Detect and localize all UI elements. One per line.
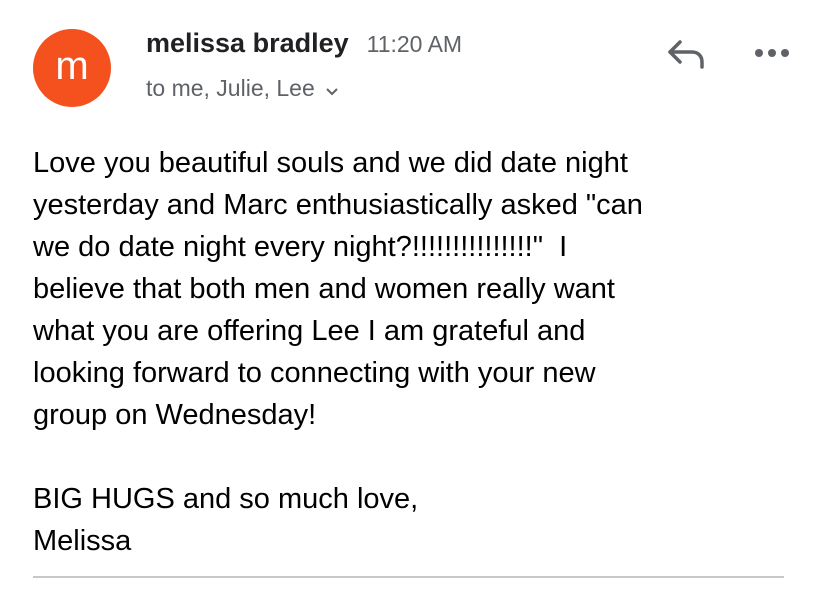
sent-time: 11:20 AM [366, 31, 463, 57]
reply-icon [664, 40, 708, 76]
sender-name: melissa bradley [146, 28, 349, 58]
avatar-letter: m [55, 44, 89, 88]
reply-button[interactable] [664, 36, 708, 72]
divider [33, 576, 784, 578]
more-options-button[interactable] [752, 40, 792, 66]
sender-line: melissa bradley 11:20 AM [146, 28, 462, 62]
more-horizontal-icon [752, 49, 792, 70]
recipients-toggle[interactable]: to me, Julie, Lee [146, 74, 339, 103]
chevron-down-icon [325, 76, 339, 103]
recipients-text: to me, Julie, Lee [146, 75, 315, 101]
message-body: Love you beautiful souls and we did date… [33, 147, 643, 557]
sender-avatar: m [33, 29, 111, 107]
